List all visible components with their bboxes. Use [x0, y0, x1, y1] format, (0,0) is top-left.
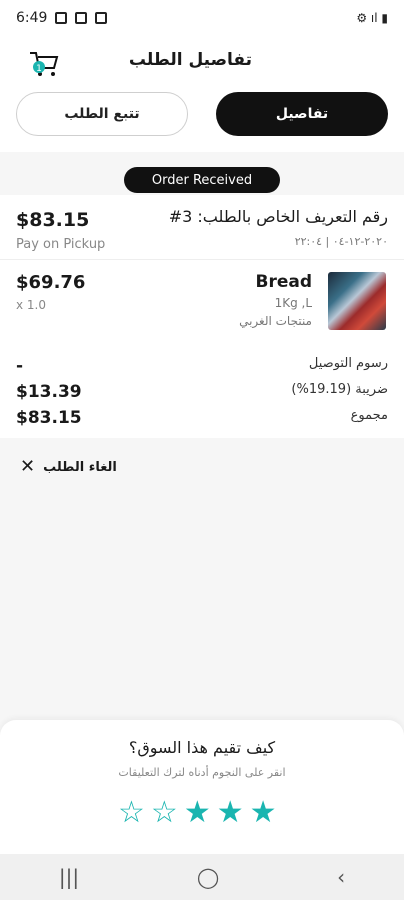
star-filled-icon[interactable]: ★ — [184, 798, 211, 828]
close-icon: ✕ — [20, 456, 36, 477]
order-date: ٢٠٢٠-١٢-٠٤ | ٢٢:٠٤ — [294, 235, 388, 248]
cancel-order-button[interactable]: الغاء الطلب ✕ — [20, 458, 117, 476]
delivery-fee-label: رسوم التوصيل — [308, 356, 388, 371]
order-status-badge: Order Received — [124, 167, 280, 193]
recent-apps-button[interactable]: ||| — [59, 865, 79, 889]
tax-label: ضريبة (19.19%) — [291, 382, 388, 397]
order-info-card: رقم التعريف الخاص بالطلب: 3# ٢٠٢٠-١٢-٠٤ … — [0, 195, 404, 259]
product-quantity: x 1.0 — [16, 298, 46, 312]
tabs: تفاصيل تتبع الطلب — [0, 92, 404, 152]
product-vendor: منتجات الغربي — [239, 314, 312, 328]
back-button[interactable]: ‹ — [337, 865, 345, 889]
tax-value: $13.39 — [16, 382, 82, 402]
delivery-fee-row: رسوم التوصيل - — [16, 356, 388, 380]
rating-panel: كيف تقيم هذا السوق؟ انقر على النجوم أدنا… — [0, 720, 404, 854]
system-nav-bar: ||| ◯ ‹ — [0, 854, 404, 900]
status-system-icons: ⚙ ıl ▮ — [356, 11, 388, 25]
total-value: $83.15 — [16, 408, 82, 428]
rating-title: كيف تقيم هذا السوق؟ — [128, 738, 276, 757]
svg-text:1: 1 — [36, 64, 42, 74]
cancel-order-label: الغاء الطلب — [43, 459, 117, 475]
tax-row: ضريبة (19.19%) $13.39 — [16, 382, 388, 406]
page-title: تفاصيل الطلب — [128, 50, 252, 70]
tab-details[interactable]: تفاصيل — [216, 92, 388, 136]
mail-icon — [95, 12, 108, 24]
delivery-fee-value: - — [16, 356, 24, 376]
product-variant: 1Kg ,L — [274, 296, 312, 310]
page-header: تفاصيل الطلب 1 — [0, 36, 404, 92]
product-row[interactable]: Bread 1Kg ,L منتجات الغربي $69.76 x 1.0 — [0, 259, 404, 346]
product-image — [328, 272, 386, 330]
tab-track-order[interactable]: تتبع الطلب — [16, 92, 188, 136]
rating-subtitle: انقر على النجوم أدناه لترك التعليقات — [118, 766, 286, 779]
check-icon — [75, 12, 88, 24]
star-empty-icon[interactable]: ☆ — [118, 798, 145, 828]
order-summary: رسوم التوصيل - ضريبة (19.19%) $13.39 مجم… — [0, 346, 404, 438]
order-total: $83.15 — [16, 209, 90, 231]
product-name: Bread — [255, 272, 312, 292]
status-bar: 6:49 ⚙ ıl ▮ — [0, 0, 404, 36]
rating-stars: ☆ ☆ ★ ★ ★ — [118, 798, 277, 828]
status-time: 6:49 — [16, 10, 48, 26]
star-empty-icon[interactable]: ☆ — [151, 798, 178, 828]
total-label: مجموع — [350, 408, 388, 423]
total-row: مجموع $83.15 — [16, 408, 388, 432]
star-filled-icon[interactable]: ★ — [250, 798, 277, 828]
product-price: $69.76 — [16, 272, 86, 293]
order-id: رقم التعريف الخاص بالطلب: 3# — [168, 207, 388, 226]
gallery-icon — [55, 12, 68, 24]
cart-icon: 1 — [30, 52, 59, 76]
star-filled-icon[interactable]: ★ — [217, 798, 244, 828]
payment-method: Pay on Pickup — [16, 237, 106, 252]
cart-button[interactable]: 1 — [26, 50, 60, 80]
home-button[interactable]: ◯ — [197, 865, 219, 889]
